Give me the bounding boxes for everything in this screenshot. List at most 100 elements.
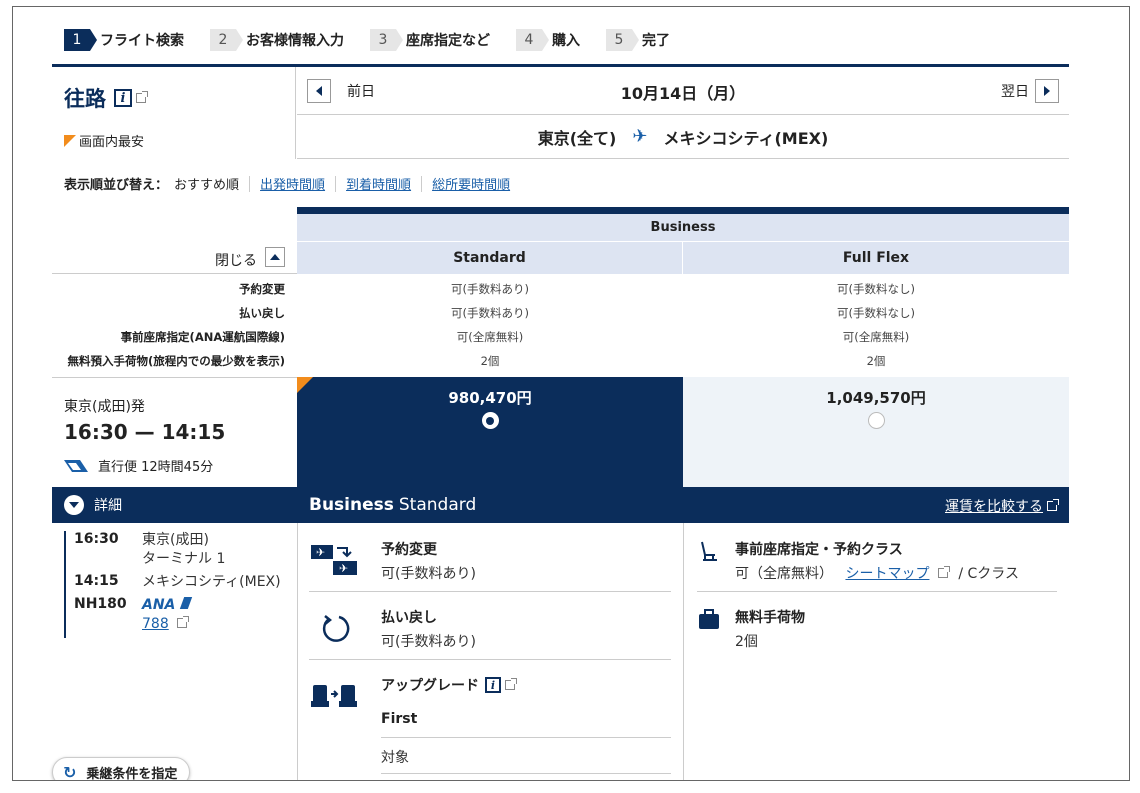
- svg-text:✈: ✈: [339, 562, 348, 575]
- fare-header-standard: Standard: [297, 242, 683, 274]
- route-title-text: 往路: [64, 87, 106, 111]
- cheapest-marker-icon: [297, 377, 313, 393]
- divider: [421, 175, 423, 192]
- collapse-row: 閉じる: [52, 242, 297, 274]
- price-standard: 980,470円: [448, 389, 532, 407]
- upgrade-class: First: [381, 711, 418, 727]
- collapse-button[interactable]: [265, 247, 285, 267]
- page-frame: 1 フライト検索 2 お客様情報入力 3 座席指定など 4 購入 5 完了 往路 i 画面…: [12, 6, 1130, 781]
- condition-value: 2個: [480, 354, 500, 368]
- ana-logo-icon: [64, 459, 88, 472]
- route-title: 往路 i: [64, 83, 148, 113]
- flight-times: 16:30 — 14:15: [64, 420, 226, 444]
- feature-baggage: 無料手荷物 2個: [697, 605, 1057, 661]
- fare-option-standard[interactable]: 980,470円: [297, 377, 683, 487]
- radio-unselected[interactable]: [867, 412, 885, 429]
- origin-destination: 東京(全て) ✈ メキシコシティ(MEX): [297, 115, 1069, 159]
- date-navigator: 前日 10月14日（月） 翌日: [297, 67, 1069, 115]
- condition-label: 予約変更: [239, 282, 285, 296]
- radio-selected[interactable]: [481, 412, 499, 429]
- feature-title: アップグレード: [381, 678, 479, 694]
- transfer-label: 乗継条件を指定: [86, 766, 178, 781]
- airline-cell: ANA 788: [142, 596, 193, 634]
- divider: [381, 773, 671, 774]
- condition-labels: 予約変更 払い戻し 事前座席指定(ANA運航国際線) 無料預入手荷物(旅程内での…: [52, 277, 297, 373]
- seat-map-link[interactable]: シートマップ: [845, 566, 929, 582]
- origin: 東京(全て): [537, 128, 617, 148]
- feature-change: ✈ ✈ 予約変更 可(手数料あり): [309, 537, 671, 593]
- feature-seat: 事前座席指定・予約クラス 可（全席無料） シートマップ / Cクラス: [697, 537, 1057, 593]
- itinerary-row: ターミナル 1: [142, 551, 226, 567]
- close-label[interactable]: 閉じる: [215, 250, 257, 270]
- divider: [335, 175, 337, 192]
- divider: [309, 591, 671, 592]
- feature-value: 2個: [735, 634, 758, 650]
- sort-arrival[interactable]: 到着時間順: [346, 174, 411, 193]
- cheapest-marker-icon: [64, 134, 76, 147]
- condition-label: 事前座席指定(ANA運航国際線): [120, 330, 285, 344]
- details-label: 詳細: [94, 498, 122, 514]
- seat-icon: [701, 541, 717, 561]
- transfer-conditions-button[interactable]: ↻ 乗継条件を指定: [52, 757, 191, 781]
- chevron-up-icon: [270, 254, 280, 260]
- airplane-icon: ✈: [632, 126, 648, 147]
- chevron-right-icon: [1044, 86, 1050, 96]
- external-link-icon[interactable]: [136, 91, 148, 103]
- itinerary-row: 16:30 東京(成田): [74, 531, 209, 548]
- condition-value: 可(手数料なし): [837, 306, 915, 320]
- next-day-label[interactable]: 翌日: [1001, 81, 1029, 101]
- step-4: 4 購入: [516, 29, 580, 51]
- cheapest-label: 画面内最安: [79, 135, 145, 150]
- condition-value: 可(手数料なし): [837, 282, 915, 296]
- flight-change-icon: ✈ ✈: [309, 541, 363, 579]
- itinerary-row: 14:15 メキシコシティ(MEX): [74, 573, 281, 590]
- divider: [697, 591, 1057, 592]
- condition-value: 可(全席無料): [842, 330, 910, 344]
- compare-label: 運賃を比較する: [945, 499, 1043, 515]
- fullflex-conditions: 可(手数料なし) 可(手数料なし) 可(全席無料) 2個: [683, 277, 1069, 373]
- upgrade-eligibility: 対象: [381, 750, 409, 766]
- divider: [249, 175, 251, 192]
- external-link-icon: [1047, 499, 1059, 511]
- ana-stripe-icon: [179, 597, 193, 609]
- seat-prefix: 可（全席無料）: [735, 566, 833, 582]
- cheapest-legend: 画面内最安: [64, 131, 144, 150]
- booking-class: / Cクラス: [958, 566, 1020, 582]
- condition-value: 可(手数料あり): [451, 282, 529, 296]
- external-link-icon: [937, 566, 950, 578]
- fare-option-fullflex[interactable]: 1,049,570円: [683, 377, 1069, 487]
- aircraft-link[interactable]: 788: [142, 616, 169, 632]
- step-5: 5 完了: [606, 29, 670, 51]
- feature-title-row: アップグレード i: [381, 675, 517, 695]
- feature-title: 予約変更: [381, 542, 437, 558]
- divider: [309, 659, 671, 660]
- sort-label: 表示順並び替え：: [64, 178, 169, 193]
- sort-departure[interactable]: 出発時間順: [260, 174, 325, 193]
- route-summary: 往路 i 画面内最安: [52, 67, 296, 159]
- itinerary: 16:30 東京(成田) ターミナル 1 14:15 メキシコシティ(MEX) NH…: [64, 531, 289, 638]
- feature-title: 事前座席指定・予約クラス: [735, 542, 903, 558]
- progress-steps: 1 フライト検索 2 お客様情報入力 3 座席指定など 4 購入 5 完了: [64, 29, 696, 51]
- destination: メキシコシティ(MEX): [663, 128, 829, 148]
- direct-info: 直行便 12時間45分: [64, 456, 213, 475]
- chevron-down-icon: [64, 495, 84, 515]
- step-2: 2 お客様情報入力: [210, 29, 344, 51]
- condition-label: 払い戻し: [239, 306, 285, 320]
- sort-current: おすすめ順: [174, 178, 240, 193]
- info-icon[interactable]: i: [114, 89, 132, 107]
- price-fullflex: 1,049,570円: [826, 389, 926, 407]
- departure-label: 東京(成田)発: [64, 399, 145, 415]
- sort-bar: 表示順並び替え： おすすめ順 出発時間順 到着時間順 総所要時間順: [64, 174, 510, 193]
- feature-refund: 払い戻し 可(手数料あり): [309, 605, 671, 661]
- compare-fares-link[interactable]: 運賃を比較する: [945, 496, 1059, 516]
- info-icon[interactable]: i: [485, 677, 501, 693]
- next-day-button[interactable]: [1035, 79, 1059, 103]
- external-link-icon[interactable]: [505, 678, 517, 690]
- upgrade-seat-icon: [309, 677, 363, 715]
- cabin-header: Business: [297, 214, 1069, 242]
- ana-logo: ANA: [142, 597, 176, 613]
- feature-upgrade: アップグレード i First 対象: [309, 673, 671, 780]
- details-toggle[interactable]: 詳細: [52, 487, 297, 523]
- step-1: 1 フライト検索: [64, 29, 184, 51]
- sort-duration[interactable]: 総所要時間順: [432, 174, 510, 193]
